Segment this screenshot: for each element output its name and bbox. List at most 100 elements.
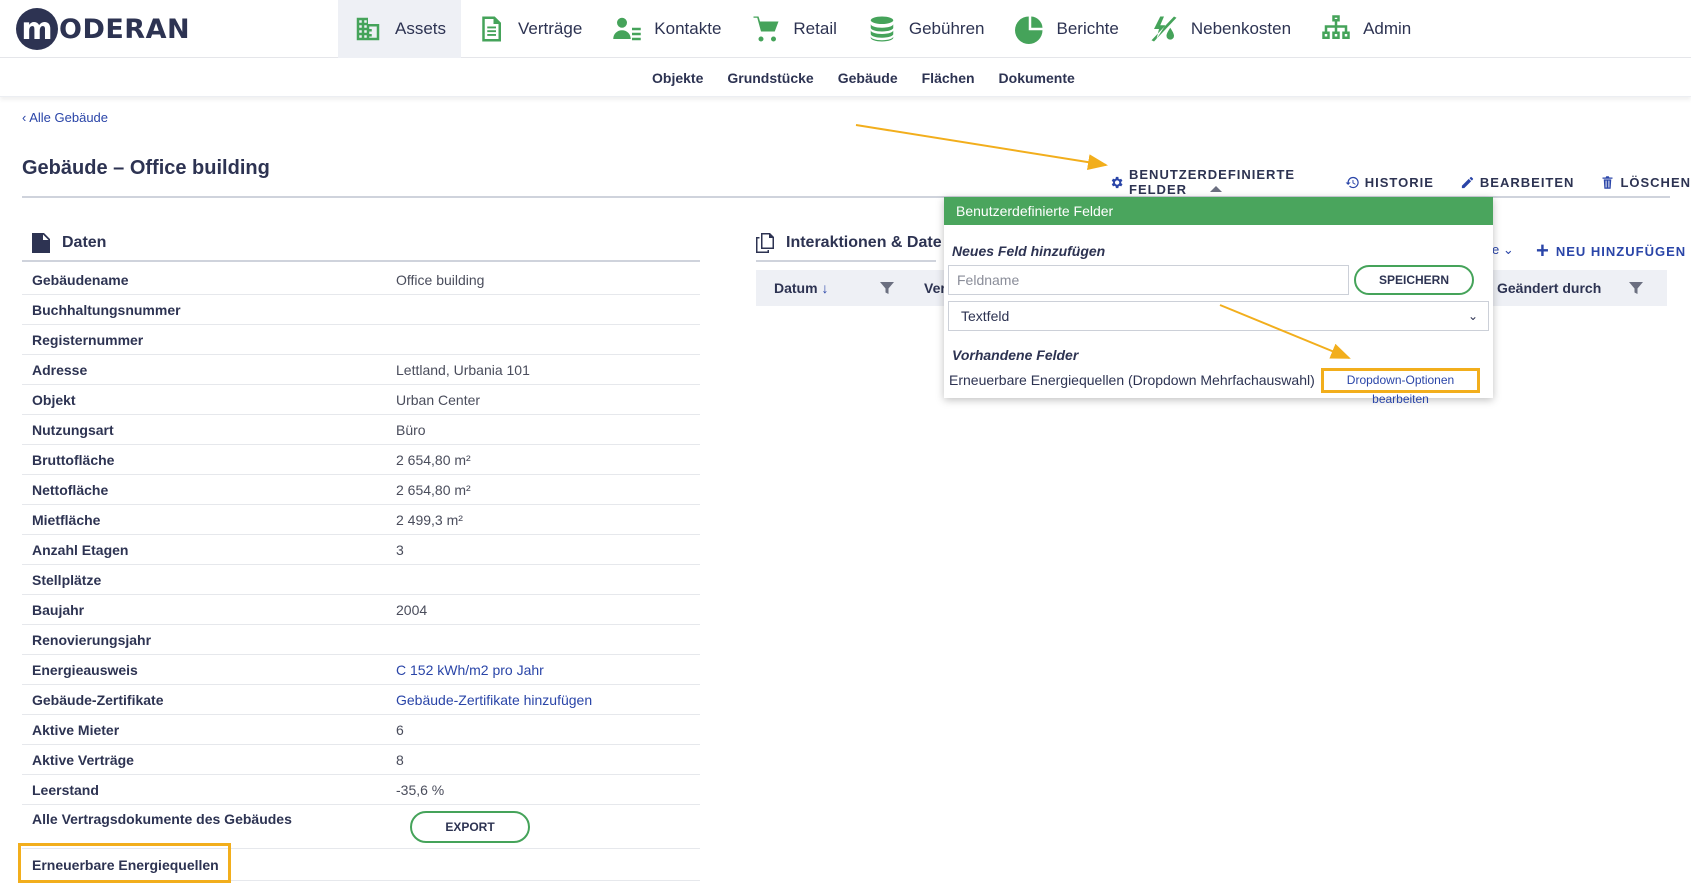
nav-admin[interactable]: Admin bbox=[1306, 0, 1426, 58]
filter-icon[interactable] bbox=[1629, 281, 1643, 295]
nav-label: Gebühren bbox=[908, 19, 985, 38]
row-label: Stellplätze bbox=[32, 571, 102, 588]
interactions-filter-dropdown[interactable]: e ⌄ bbox=[1492, 242, 1514, 258]
export-button[interactable]: EXPORT bbox=[410, 810, 530, 843]
table-row: Anzahl Etagen 3 bbox=[22, 535, 700, 565]
table-row: Bruttofläche 2 654,80 m² bbox=[22, 445, 700, 475]
nav-label: Verträge bbox=[518, 19, 583, 38]
building-icon bbox=[353, 14, 383, 44]
delete-button[interactable]: LÖSCHEN bbox=[1600, 175, 1691, 190]
back-to-buildings-link[interactable]: ‹ Alle Gebäude bbox=[22, 110, 108, 125]
filter-icon[interactable] bbox=[880, 281, 894, 295]
nav-kontakte[interactable]: Kontakte bbox=[597, 0, 736, 58]
column-date-label: Datum bbox=[774, 280, 818, 296]
plus-icon: + bbox=[1536, 238, 1550, 263]
row-label: Energieausweis bbox=[32, 661, 138, 678]
table-row: Aktive Verträge 8 bbox=[22, 745, 700, 775]
row-label: Nutzungsart bbox=[32, 421, 114, 438]
utilities-icon bbox=[1149, 14, 1179, 44]
cart-icon bbox=[751, 14, 781, 44]
table-row: Adresse Lettland, Urbania 101 bbox=[22, 355, 700, 385]
row-value: 2 654,80 m² bbox=[396, 451, 471, 468]
contacts-icon bbox=[612, 14, 642, 44]
main-nav: Assets Verträge Kontakte Retail Gebühren… bbox=[338, 0, 1426, 58]
table-row: Nettofläche 2 654,80 m² bbox=[22, 475, 700, 505]
moderan-logo[interactable]: m ODERAN bbox=[16, 8, 190, 50]
row-label: Bruttofläche bbox=[32, 451, 115, 468]
energy-certificate-link[interactable]: C 152 kWh/m2 pro Jahr bbox=[396, 662, 544, 678]
nav-assets[interactable]: Assets bbox=[338, 0, 462, 58]
field-name-input[interactable]: Feldname bbox=[948, 265, 1349, 295]
popup-header: Benutzerdefinierte Felder bbox=[944, 197, 1493, 225]
row-label: Anzahl Etagen bbox=[32, 541, 129, 558]
daten-section-heading: Daten bbox=[32, 233, 106, 253]
row-label: Gebäude-Zertifikate bbox=[32, 691, 164, 708]
column-date[interactable]: Datum ↓ bbox=[774, 270, 828, 306]
edit-button[interactable]: BEARBEITEN bbox=[1460, 175, 1575, 190]
custom-fields-popup: Benutzerdefinierte Felder Neues Feld hin… bbox=[944, 197, 1493, 406]
subnav-gebaeude[interactable]: Gebäude bbox=[826, 59, 910, 97]
daten-title: Daten bbox=[62, 234, 107, 251]
edit-label: BEARBEITEN bbox=[1479, 174, 1575, 190]
add-certificates-link[interactable]: Gebäude-Zertifikate hinzufügen bbox=[396, 692, 592, 708]
document-icon bbox=[32, 233, 50, 253]
history-button[interactable]: HISTORIE bbox=[1345, 175, 1434, 190]
nav-vertraege[interactable]: Verträge bbox=[461, 0, 597, 58]
column-partial[interactable]: Ver bbox=[924, 270, 946, 306]
custom-fields-button[interactable]: BENUTZERDEFINIERTE FELDER bbox=[1109, 167, 1319, 197]
logo-text: ODERAN bbox=[59, 13, 191, 45]
table-row: Renovierungsjahr bbox=[22, 625, 700, 655]
field-type-select[interactable]: Textfeld ⌄ bbox=[948, 301, 1489, 331]
row-label: Aktive Mieter bbox=[32, 721, 120, 738]
history-icon bbox=[1345, 175, 1360, 190]
row-value: 6 bbox=[396, 721, 404, 738]
row-value: Urban Center bbox=[396, 391, 481, 408]
row-label: Buchhaltungsnummer bbox=[32, 301, 181, 318]
add-new-button[interactable]: + NEU HINZUFÜGEN bbox=[1536, 240, 1686, 262]
nav-retail[interactable]: Retail bbox=[736, 0, 851, 58]
existing-fields-title: Vorhandene Felder bbox=[952, 347, 1079, 363]
table-row: Mietfläche 2 499,3 m² bbox=[22, 505, 700, 535]
new-field-title: Neues Feld hinzufügen bbox=[952, 243, 1106, 259]
popup-caret bbox=[1210, 186, 1222, 192]
delete-label: LÖSCHEN bbox=[1620, 174, 1691, 190]
nav-label: Berichte bbox=[1056, 19, 1119, 38]
table-row: Nutzungsart Büro bbox=[22, 415, 700, 445]
row-label: Leerstand bbox=[32, 781, 99, 798]
row-value: 3 bbox=[396, 541, 404, 558]
table-row: Buchhaltungsnummer bbox=[22, 295, 700, 325]
trash-icon bbox=[1600, 175, 1615, 190]
row-label: Alle Vertragsdokumente des Gebäudes bbox=[32, 811, 292, 827]
nav-berichte[interactable]: Berichte bbox=[1000, 0, 1134, 58]
document-icon bbox=[476, 14, 506, 44]
row-label: Gebäudename bbox=[32, 271, 129, 288]
edit-dropdown-options-link[interactable]: Dropdown-Optionen bearbeiten bbox=[1321, 368, 1480, 406]
save-button[interactable]: SPEICHERN bbox=[1354, 265, 1474, 295]
nav-label: Retail bbox=[793, 19, 837, 38]
nav-gebuehren[interactable]: Gebühren bbox=[852, 0, 1000, 58]
pie-chart-icon bbox=[1014, 14, 1045, 44]
daten-divider bbox=[22, 260, 700, 262]
page-actions: BENUTZERDEFINIERTE FELDER HISTORIE BEARB… bbox=[1109, 167, 1691, 197]
sort-down-icon: ↓ bbox=[821, 280, 829, 296]
table-row: Aktive Mieter 6 bbox=[22, 715, 700, 745]
row-value: -35,6 % bbox=[396, 781, 445, 798]
row-label: Objekt bbox=[32, 391, 76, 408]
table-row: Objekt Urban Center bbox=[22, 385, 700, 415]
subnav-dokumente[interactable]: Dokumente bbox=[987, 59, 1087, 97]
column-changed-by[interactable]: Geändert durch bbox=[1497, 270, 1601, 306]
history-label: HISTORIE bbox=[1364, 174, 1434, 190]
nav-nebenkosten[interactable]: Nebenkosten bbox=[1134, 0, 1306, 58]
custom-fields-label: BENUTZERDEFINIERTE FELDER bbox=[1129, 167, 1296, 197]
copy-documents-icon bbox=[756, 233, 774, 253]
interactions-divider bbox=[756, 260, 936, 262]
nav-label: Admin bbox=[1363, 19, 1412, 38]
org-chart-icon bbox=[1321, 14, 1351, 44]
subnav-objekte[interactable]: Objekte bbox=[640, 59, 715, 97]
table-row: Registernummer bbox=[22, 325, 700, 355]
row-value: Lettland, Urbania 101 bbox=[396, 361, 530, 378]
subnav-grundstuecke[interactable]: Grundstücke bbox=[715, 59, 825, 97]
logo-mark: m bbox=[16, 8, 58, 50]
subnav-flaechen[interactable]: Flächen bbox=[910, 59, 987, 97]
chevron-down-icon: ⌄ bbox=[1467, 309, 1478, 323]
